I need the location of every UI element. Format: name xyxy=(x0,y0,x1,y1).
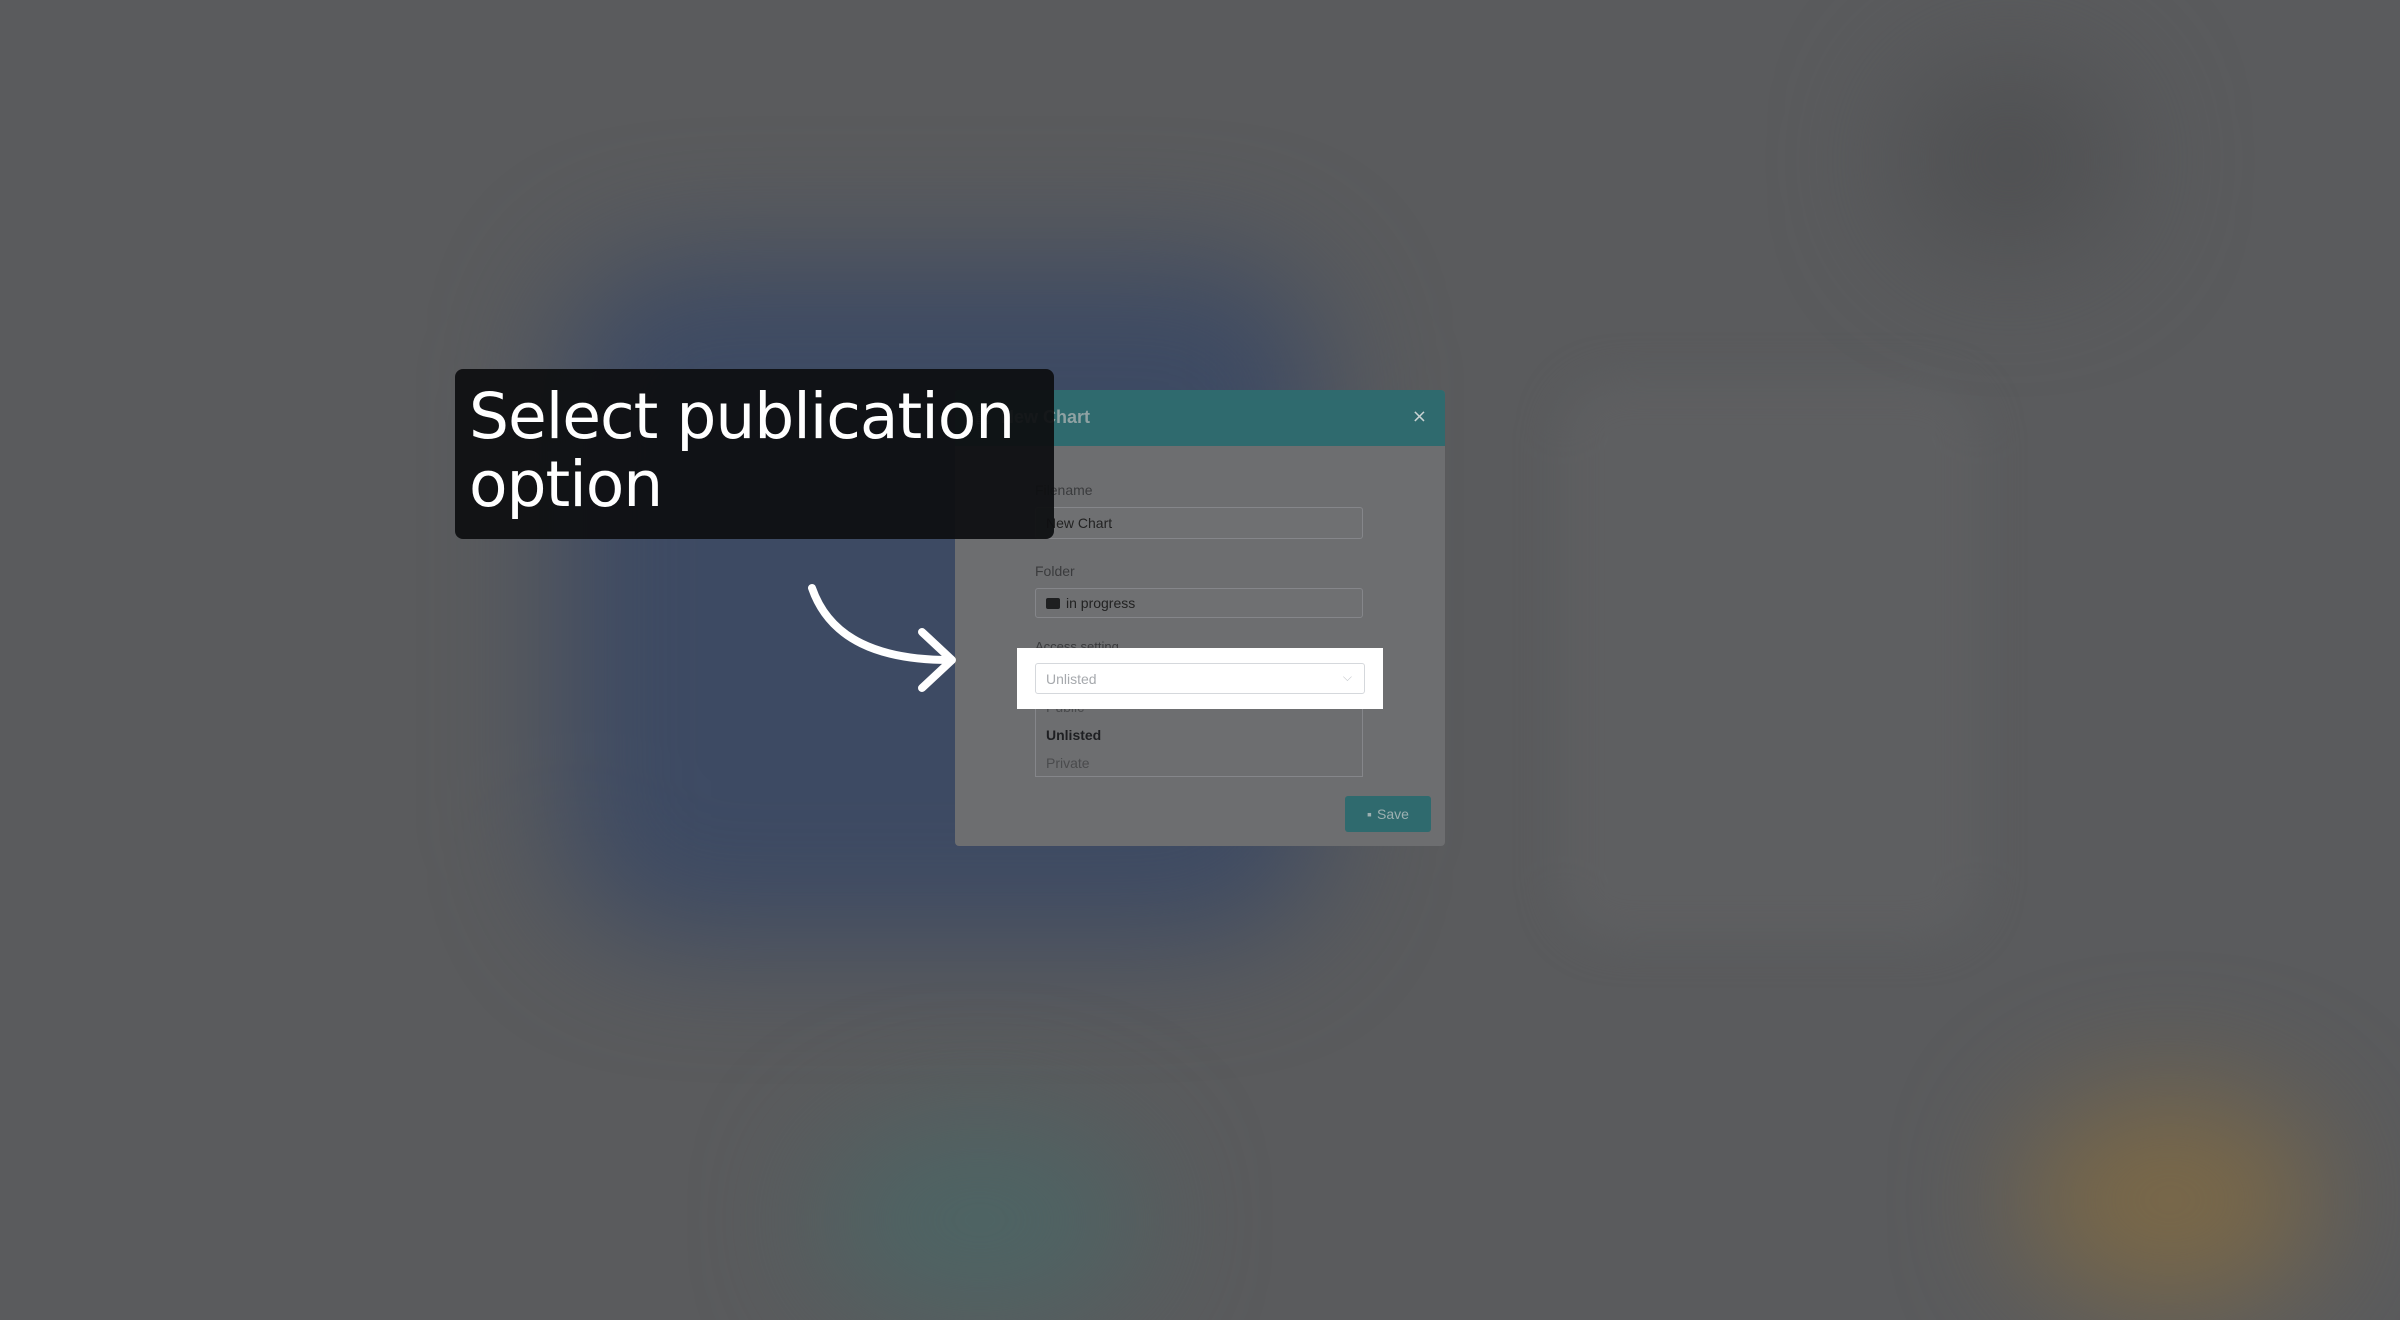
save-button[interactable]: ▪ Save xyxy=(1345,796,1431,832)
folder-label: Folder xyxy=(1035,563,1075,579)
option-private[interactable]: Private xyxy=(1036,749,1362,777)
filename-value: New Chart xyxy=(1046,515,1113,531)
background-blur-orange xyxy=(2020,1090,2320,1310)
background-blur-teal xyxy=(820,1120,1140,1320)
close-icon[interactable]: × xyxy=(1412,406,1427,427)
filename-field[interactable]: New Chart xyxy=(1035,507,1363,539)
folder-icon xyxy=(1046,598,1060,609)
folder-field[interactable]: in progress xyxy=(1035,588,1363,618)
save-label: Save xyxy=(1377,806,1409,822)
background-blur-dark xyxy=(1900,60,2120,260)
chevron-down-icon: ⌵ xyxy=(1342,670,1352,684)
option-unlisted[interactable]: Unlisted xyxy=(1036,721,1362,749)
folder-value: in progress xyxy=(1066,595,1136,611)
access-select[interactable]: Unlisted ⌵ xyxy=(1035,663,1365,694)
tutorial-callout: Select publication option xyxy=(455,369,1054,539)
pointer-arrow-icon xyxy=(808,584,956,692)
background-blur-panel xyxy=(1560,380,1980,940)
access-selected-value: Unlisted xyxy=(1046,671,1097,687)
save-icon: ▪ xyxy=(1367,806,1373,822)
callout-text: Select publication option xyxy=(469,380,1015,521)
